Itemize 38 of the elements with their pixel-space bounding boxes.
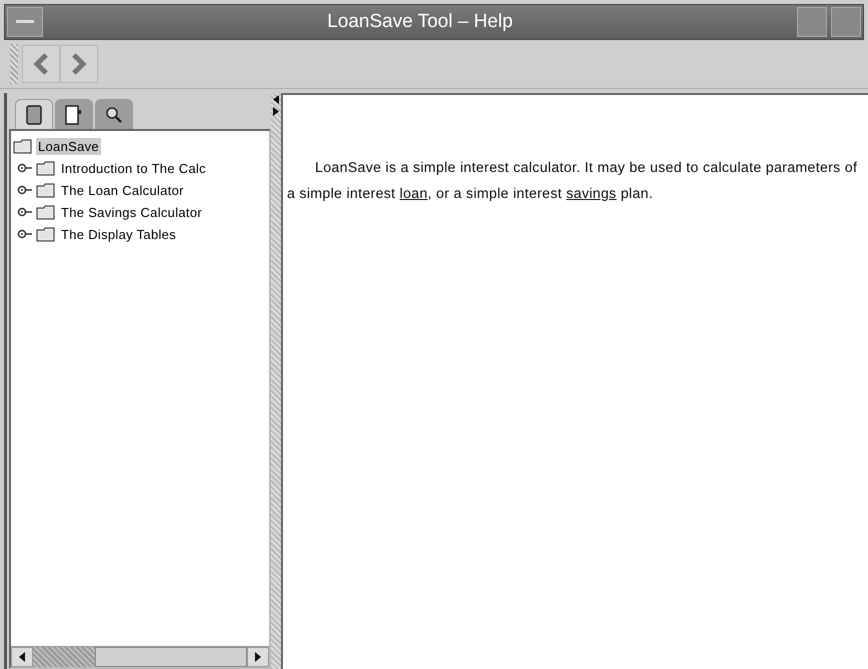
expand-handle-icon[interactable] <box>17 185 33 195</box>
window-title: LoanSave Tool – Help <box>326 11 514 33</box>
folder-icon <box>13 138 33 154</box>
expand-handle-icon[interactable] <box>17 163 33 173</box>
forward-icon <box>71 53 87 75</box>
window-menu-button[interactable] <box>7 7 43 37</box>
folder-icon <box>36 204 56 220</box>
tree-item[interactable]: The Loan Calculator <box>59 182 186 198</box>
scroll-thumb[interactable] <box>95 647 247 667</box>
folder-icon <box>36 160 56 176</box>
scroll-right-button[interactable] <box>247 647 269 667</box>
folder-icon <box>36 226 56 242</box>
expand-handle-icon[interactable] <box>17 229 33 239</box>
tree-item[interactable]: Introduction to The Calc <box>59 160 208 176</box>
help-link[interactable]: loan <box>400 186 428 202</box>
collapse-arrows-icon[interactable] <box>273 95 279 117</box>
toolbar-grip[interactable] <box>10 44 18 84</box>
back-button[interactable] <box>22 45 60 83</box>
horizontal-scrollbar[interactable] <box>11 646 269 667</box>
notebook-icon <box>65 104 83 124</box>
navigator-tab[interactable] <box>55 99 93 129</box>
expand-handle-icon[interactable] <box>17 207 33 217</box>
scroll-left-button[interactable] <box>11 647 33 667</box>
forward-button[interactable] <box>60 45 98 83</box>
help-paragraph: LoanSave is a simple interest calculator. It may be used to calculate parameters of a simple interest loan, or a simple interest savings plan. <box>287 159 858 204</box>
back-icon <box>33 53 49 75</box>
left-arrow-icon <box>19 652 25 662</box>
navigator-tab[interactable] <box>95 99 133 129</box>
folder-icon <box>36 182 56 198</box>
help-link[interactable]: savings <box>566 186 616 202</box>
tree-item[interactable]: LoanSave <box>36 138 101 154</box>
tree-item[interactable]: The Display Tables <box>59 226 178 242</box>
right-arrow-icon <box>255 652 261 662</box>
navigator-tab[interactable] <box>15 99 53 129</box>
window-menu-icon <box>16 20 34 24</box>
search-icon <box>105 106 123 124</box>
tree-item[interactable]: The Savings Calculator <box>59 204 204 220</box>
book-icon <box>26 104 42 124</box>
